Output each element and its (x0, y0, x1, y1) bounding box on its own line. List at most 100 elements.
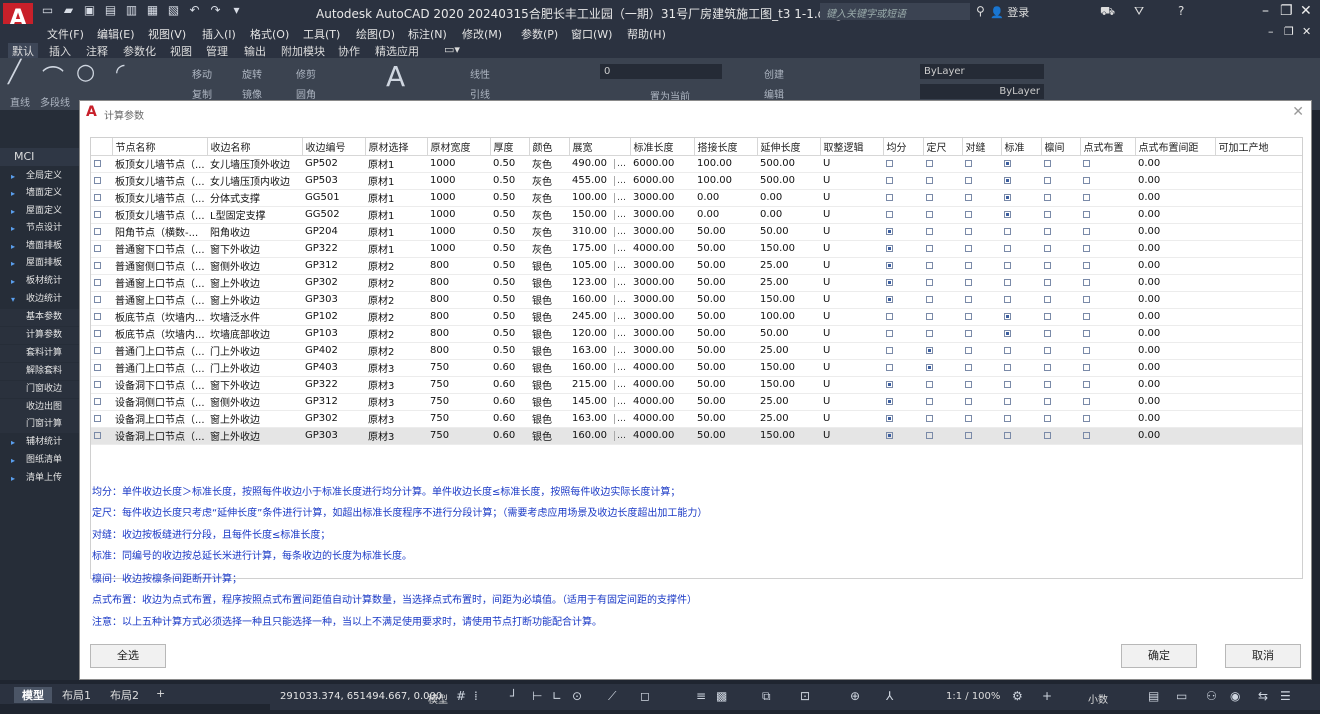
cell-code[interactable]: GP103 (302, 325, 365, 343)
cell-code[interactable]: GP302 (302, 410, 365, 428)
cell-origin[interactable] (1215, 325, 1302, 343)
unfold-ellipsis-button[interactable]: … (614, 278, 628, 288)
cell-thick[interactable]: 0.50 (490, 155, 529, 173)
cell-lap[interactable]: 50.00 (694, 257, 757, 275)
cell-purlin[interactable] (1041, 308, 1080, 326)
cell-edge[interactable]: 坎墙底部收边 (207, 325, 302, 343)
cell-lap[interactable]: 50.00 (694, 376, 757, 394)
cell-thick[interactable]: 0.60 (490, 359, 529, 377)
add-icon[interactable]: + (1042, 689, 1052, 703)
cell-width[interactable]: 1000 (427, 155, 490, 173)
cell-width[interactable]: 1000 (427, 206, 490, 224)
cell-purlin[interactable] (1041, 376, 1080, 394)
cell-round[interactable]: U (820, 376, 883, 394)
cell-spacing[interactable]: 0.00 (1135, 155, 1215, 173)
row-checkbox[interactable] (94, 244, 101, 252)
add-layout-icon[interactable]: + (156, 687, 165, 700)
purlin-checkbox[interactable] (1044, 278, 1051, 286)
menu-edit[interactable]: 编辑(E) (97, 26, 135, 42)
row-checkbox[interactable] (94, 312, 101, 320)
cell-purlin[interactable] (1041, 291, 1080, 309)
tab-view[interactable]: 视图 (170, 43, 192, 59)
cell-color[interactable]: 银色 (529, 342, 569, 360)
cell-lap[interactable]: 50.00 (694, 359, 757, 377)
cell-standard[interactable] (1001, 325, 1041, 343)
fixed-checkbox[interactable] (926, 176, 933, 184)
cell-unfold[interactable]: 105.00… (569, 257, 630, 275)
dialog-close-icon[interactable]: ✕ (1292, 104, 1304, 120)
fixed-checkbox[interactable] (926, 244, 933, 252)
cell-spacing[interactable]: 0.00 (1135, 223, 1215, 241)
menu-view[interactable]: 视图(V) (148, 26, 186, 42)
undo-icon[interactable]: ↶ (187, 3, 202, 18)
cell-standard[interactable] (1001, 393, 1041, 411)
unfold-ellipsis-button[interactable]: … (614, 159, 628, 169)
restore-icon[interactable]: ❐ (1280, 3, 1293, 19)
point-checkbox[interactable] (1083, 312, 1090, 320)
cell-avg[interactable] (883, 325, 923, 343)
purlin-checkbox[interactable] (1044, 176, 1051, 184)
standard-checkbox[interactable] (1004, 346, 1011, 354)
table-row[interactable]: 普通窗上口节点（... 窗上外收边 GP303 原材2 800 0.50 银色 160.00 …… (91, 291, 1302, 309)
cell-origin[interactable] (1215, 274, 1302, 292)
cell-std[interactable]: 3000.00 (630, 189, 694, 207)
row-select-cell[interactable] (91, 342, 112, 360)
cell-origin[interactable] (1215, 427, 1302, 445)
cell-spacing[interactable]: 0.00 (1135, 189, 1215, 207)
cell-std[interactable]: 3000.00 (630, 206, 694, 224)
cell-fixed[interactable] (923, 189, 962, 207)
3d-osnap-icon[interactable]: ⊡ (800, 689, 810, 703)
cell-thick[interactable]: 0.60 (490, 410, 529, 428)
cell-code[interactable]: GP204 (302, 223, 365, 241)
column-header[interactable]: 点式布置间距 (1135, 138, 1216, 156)
cell-node[interactable]: 阳角节点（横数-... (112, 223, 207, 241)
cell-standard[interactable] (1001, 410, 1041, 428)
cell-avg[interactable] (883, 393, 923, 411)
column-header[interactable]: 搭接长度 (694, 138, 758, 156)
table-row[interactable]: 普通门上口节点（... 门上外收边 GP402 原材2 800 0.50 银色 163.00 …… (91, 342, 1302, 360)
cell-joint[interactable] (962, 223, 1001, 241)
row-checkbox[interactable] (94, 431, 101, 439)
cell-ext[interactable]: 150.00 (757, 427, 820, 445)
cell-thick[interactable]: 0.60 (490, 376, 529, 394)
cell-fixed[interactable] (923, 155, 962, 173)
cell-color[interactable]: 银色 (529, 376, 569, 394)
cell-std[interactable]: 4000.00 (630, 240, 694, 258)
cell-joint[interactable] (962, 274, 1001, 292)
cell-spacing[interactable]: 0.00 (1135, 325, 1215, 343)
cell-origin[interactable] (1215, 342, 1302, 360)
cell-mat[interactable]: 原材1 (365, 172, 427, 190)
fixed-checkbox[interactable] (926, 363, 933, 371)
cell-unfold[interactable]: 215.00… (569, 376, 630, 394)
cell-node[interactable]: 板底节点（坎墙内... (112, 325, 207, 343)
cell-lap[interactable]: 50.00 (694, 410, 757, 428)
column-header[interactable] (91, 138, 113, 156)
cell-standard[interactable] (1001, 274, 1041, 292)
cell-joint[interactable] (962, 325, 1001, 343)
point-checkbox[interactable] (1083, 431, 1090, 439)
cell-code[interactable]: GP102 (302, 308, 365, 326)
quick-properties-icon[interactable]: ▤ (1148, 689, 1159, 703)
tab-manage[interactable]: 管理 (206, 43, 228, 59)
cell-thick[interactable]: 0.50 (490, 274, 529, 292)
cell-mat[interactable]: 原材3 (365, 359, 427, 377)
search-input[interactable]: 键入关键字或短语 (820, 3, 970, 20)
cell-purlin[interactable] (1041, 206, 1080, 224)
plot-preview-icon[interactable]: ▦ (145, 3, 160, 18)
menu-file[interactable]: 文件(F) (47, 26, 84, 42)
standard-checkbox[interactable] (1004, 210, 1011, 218)
cell-round[interactable]: U (820, 393, 883, 411)
dynamic-input-icon[interactable]: ⊢ (532, 689, 542, 703)
joint-checkbox[interactable] (965, 431, 972, 439)
cell-width[interactable]: 800 (427, 257, 490, 275)
cell-width[interactable]: 750 (427, 410, 490, 428)
cell-mat[interactable]: 原材1 (365, 223, 427, 241)
joint-checkbox[interactable] (965, 278, 972, 286)
cell-ext[interactable]: 150.00 (757, 376, 820, 394)
cell-edge[interactable]: 女儿墙压顶外收边 (207, 155, 302, 173)
cell-joint[interactable] (962, 206, 1001, 224)
linear-dim-button[interactable]: 线性 (470, 66, 490, 81)
cell-thick[interactable]: 0.50 (490, 291, 529, 309)
palette-item-roof-def[interactable]: ▸ 屋面定义 (0, 203, 79, 220)
point-checkbox[interactable] (1083, 414, 1090, 422)
